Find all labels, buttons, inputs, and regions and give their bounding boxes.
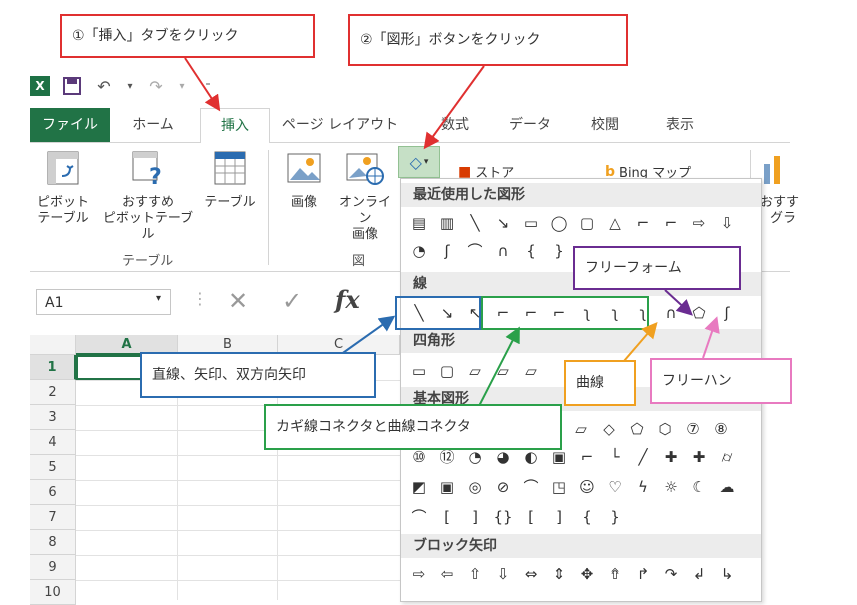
callout-step1: ①「挿入」タブをクリック [60,14,315,58]
callout-connectors: カギ線コネクタと曲線コネクタ [264,404,562,450]
arrow-step1 [184,57,221,112]
callout-step2: ②「図形」ボタンをクリック [348,14,628,66]
callout-scribble: フリーハン [650,358,792,404]
callout-curve: 曲線 [564,360,636,406]
arrow-freeform [664,289,693,316]
arrow-straight [339,315,396,356]
callout-straight-lines: 直線、矢印、双方向矢印 [140,352,376,398]
arrow-step2 [423,65,485,150]
annotation-arrows [184,57,720,409]
arrow-scribble [702,316,720,359]
arrow-connectors [477,326,520,409]
callout-freeform: フリーフォーム [573,246,741,290]
